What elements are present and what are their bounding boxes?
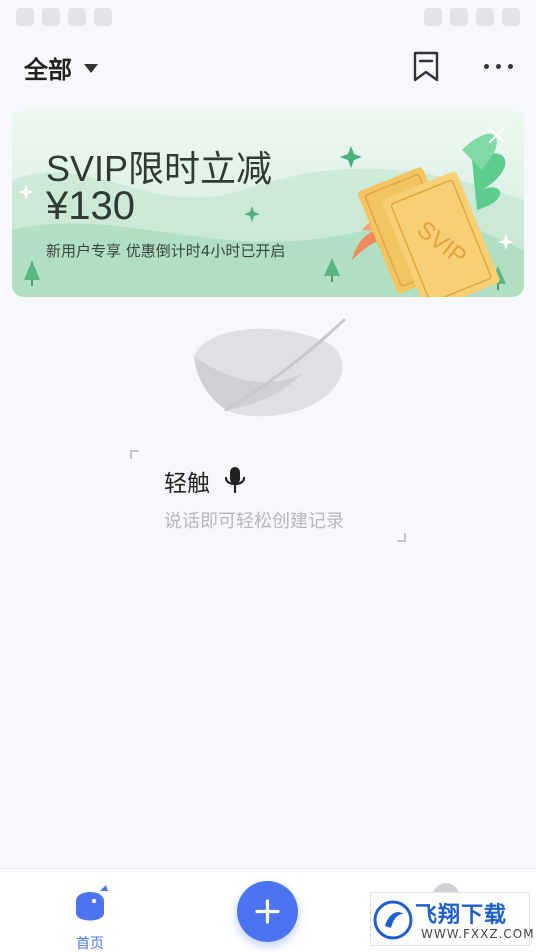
plus-icon xyxy=(255,899,280,924)
voice-hint: 说话即可轻松创建记录 xyxy=(164,511,344,532)
watermark-text: 飞翔下载 xyxy=(415,903,508,928)
corner-bracket xyxy=(397,533,406,542)
top-bar: 全部 xyxy=(0,40,536,96)
svip-promo-banner[interactable]: SVIP SVIP限时立减 ¥130 新用户专享 优惠倒计时4小时已开启 xyxy=(12,110,524,297)
whale-home-icon xyxy=(76,885,108,921)
signal-icon xyxy=(424,8,442,26)
caret-down-icon xyxy=(84,64,98,73)
site-watermark: 飞翔下载 WWW.FXXZ.COM xyxy=(370,892,534,946)
status-icon xyxy=(68,8,86,26)
bookmark-icon xyxy=(413,51,439,82)
filter-label: 全部 xyxy=(24,56,72,84)
battery-icon xyxy=(476,8,494,26)
status-bar xyxy=(0,0,536,36)
watermark-url: WWW.FXXZ.COM xyxy=(421,927,535,941)
microphone-icon xyxy=(224,467,246,494)
more-icon xyxy=(483,63,489,69)
watermark-logo xyxy=(373,900,413,940)
close-icon[interactable] xyxy=(486,124,508,146)
voice-record-area[interactable]: 轻触 说话即可轻松创建记录 xyxy=(130,450,406,542)
status-icon xyxy=(94,8,112,26)
add-record-button[interactable] xyxy=(237,881,298,942)
feather-icon xyxy=(194,318,346,417)
status-icon xyxy=(16,8,34,26)
bookmark-button[interactable] xyxy=(408,48,444,84)
more-button[interactable] xyxy=(478,52,518,80)
nav-home[interactable]: 首页 xyxy=(62,881,118,952)
category-filter-dropdown[interactable]: 全部 xyxy=(24,50,98,85)
status-icon xyxy=(502,8,520,26)
nav-home-label: 首页 xyxy=(76,936,104,952)
status-icon xyxy=(42,8,60,26)
wifi-icon xyxy=(450,8,468,26)
promo-price: ¥130 xyxy=(46,184,135,228)
promo-subtitle: 新用户专享 优惠倒计时4小时已开启 xyxy=(46,242,286,260)
corner-bracket xyxy=(130,450,139,459)
voice-title: 轻触 xyxy=(164,471,210,497)
